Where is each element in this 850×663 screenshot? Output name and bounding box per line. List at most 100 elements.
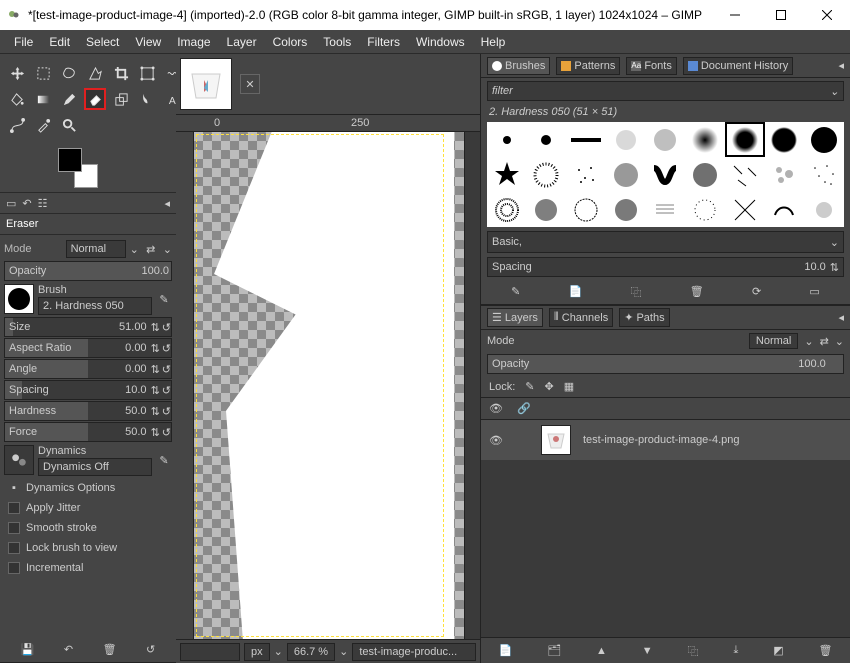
canvas[interactable]: [194, 132, 464, 639]
fuzzy-select-tool[interactable]: [84, 62, 106, 84]
smudge-tool[interactable]: [136, 88, 158, 110]
angle-reset-icon[interactable]: ↺: [162, 363, 171, 376]
lockview-checkbox[interactable]: [8, 542, 20, 554]
brush-name[interactable]: 2. Hardness 050: [38, 297, 152, 315]
lock-pixels-icon[interactable]: ✎: [525, 380, 534, 393]
pencil-tool[interactable]: [58, 88, 80, 110]
merge-down-icon[interactable]: ⤓: [733, 644, 738, 657]
delete-preset-icon[interactable]: 🗑: [103, 643, 117, 656]
tab-fonts[interactable]: AaFonts: [626, 57, 677, 75]
unit-chevron-icon[interactable]: ⌄: [274, 645, 283, 658]
menu-image[interactable]: Image: [169, 32, 218, 52]
dynamics-edit-icon[interactable]: ✎: [156, 452, 172, 468]
zoom-tool[interactable]: [58, 114, 80, 136]
tab-layers[interactable]: ☰Layers: [487, 308, 543, 327]
menu-layer[interactable]: Layer: [219, 32, 265, 52]
lock-position-icon[interactable]: ✥: [545, 380, 554, 393]
tab-menu-icon[interactable]: ◂: [164, 197, 170, 210]
minimize-button[interactable]: [712, 0, 758, 30]
hardness-reset-icon[interactable]: ↺: [162, 405, 171, 418]
aspect-slider[interactable]: Aspect Ratio0.00⇅↺: [4, 338, 172, 358]
aspect-reset-icon[interactable]: ↺: [162, 342, 171, 355]
dynamics-icon[interactable]: [4, 445, 34, 475]
mode-chevron-icon[interactable]: ⌄: [130, 243, 139, 256]
menu-edit[interactable]: Edit: [41, 32, 78, 52]
menu-select[interactable]: Select: [78, 32, 127, 52]
tab-channels[interactable]: ⦀Channels: [549, 308, 613, 327]
gradient-tool[interactable]: [32, 88, 54, 110]
ruler-horizontal[interactable]: 0 250: [176, 114, 480, 132]
brush-filter-input[interactable]: filter⌄: [487, 81, 844, 101]
layers-tab-menu-icon[interactable]: ◂: [838, 311, 844, 324]
lower-layer-icon[interactable]: ▼: [642, 645, 653, 657]
layer-visible-icon[interactable]: 👁: [489, 434, 503, 447]
close-image-icon[interactable]: ✕: [240, 74, 260, 94]
menu-colors[interactable]: Colors: [265, 32, 316, 52]
dynamics-options-expander[interactable]: ▪Dynamics Options: [4, 478, 172, 498]
open-as-image-icon[interactable]: ▭: [809, 285, 819, 298]
layer-opacity-slider[interactable]: Opacity 100.0⇅: [487, 354, 844, 374]
tab-brushes[interactable]: Brushes: [487, 57, 550, 75]
menu-filters[interactable]: Filters: [359, 32, 408, 52]
opacity-slider[interactable]: Opacity 100.0: [4, 261, 172, 281]
brush-spacing-slider[interactable]: Spacing10.0⇅: [487, 257, 844, 277]
spacing-reset-icon[interactable]: ↺: [162, 384, 171, 397]
lock-alpha-icon[interactable]: ▦: [564, 380, 574, 393]
path-tool[interactable]: [6, 114, 28, 136]
restore-preset-icon[interactable]: ↶: [64, 643, 73, 656]
brush-selected[interactable]: [725, 122, 765, 157]
refresh-brushes-icon[interactable]: ⟳: [752, 285, 761, 298]
crop-tool[interactable]: [110, 62, 132, 84]
brush-preview[interactable]: [4, 284, 34, 314]
menu-tools[interactable]: Tools: [315, 32, 359, 52]
rect-select-tool[interactable]: [32, 62, 54, 84]
tab-patterns[interactable]: Patterns: [556, 57, 620, 75]
device-status-tab-icon[interactable]: ↶: [22, 197, 31, 210]
mode-dropdown[interactable]: Normal: [66, 240, 126, 258]
edit-brush-icon[interactable]: ✎: [511, 285, 520, 298]
brush-edit-icon[interactable]: ✎: [156, 291, 172, 307]
close-button[interactable]: [804, 0, 850, 30]
duplicate-brush-icon[interactable]: ⿻: [631, 284, 642, 300]
dynamics-value[interactable]: Dynamics Off: [38, 458, 152, 476]
force-slider[interactable]: Force50.0⇅↺: [4, 422, 172, 442]
size-reset-icon[interactable]: ↺: [162, 321, 171, 334]
menu-file[interactable]: File: [6, 32, 41, 52]
brush-preset-dropdown[interactable]: Basic,⌄: [487, 231, 844, 253]
bucket-fill-tool[interactable]: [6, 88, 28, 110]
menu-help[interactable]: Help: [473, 32, 514, 52]
save-preset-icon[interactable]: 💾: [21, 643, 35, 656]
duplicate-layer-icon[interactable]: ⿻: [688, 643, 699, 659]
brush-grid[interactable]: [487, 122, 844, 227]
layer-mode-chevron-icon[interactable]: ⌄: [804, 335, 813, 348]
layer-mode-dropdown[interactable]: Normal: [749, 333, 798, 349]
free-select-tool[interactable]: [58, 62, 80, 84]
color-picker-tool[interactable]: [32, 114, 54, 136]
delete-layer-icon[interactable]: 🗑: [819, 644, 833, 657]
mode-chevron2-icon[interactable]: ⌄: [163, 243, 172, 256]
undo-history-tab-icon[interactable]: ☷: [38, 197, 48, 210]
new-brush-icon[interactable]: 📄: [569, 285, 583, 298]
tab-document-history[interactable]: Document History: [683, 57, 793, 75]
menu-windows[interactable]: Windows: [408, 32, 473, 52]
hardness-slider[interactable]: Hardness50.0⇅↺: [4, 401, 172, 421]
smooth-checkbox[interactable]: [8, 522, 20, 534]
image-thumbnail[interactable]: [180, 58, 232, 110]
right-tab-menu-icon[interactable]: ◂: [838, 59, 844, 72]
unit-dropdown[interactable]: px: [244, 643, 270, 661]
raise-layer-icon[interactable]: ▲: [596, 645, 607, 657]
angle-slider[interactable]: Angle0.00⇅↺: [4, 359, 172, 379]
delete-brush-icon[interactable]: 🗑: [690, 285, 704, 298]
eraser-tool[interactable]: [84, 88, 106, 110]
tool-options-tab-icon[interactable]: ▭: [6, 197, 16, 210]
mode-switch-icon[interactable]: ⇄: [143, 241, 159, 257]
transform-tool[interactable]: [136, 62, 158, 84]
layer-thumbnail[interactable]: [541, 425, 571, 455]
clone-tool[interactable]: [110, 88, 132, 110]
mask-icon[interactable]: ◩: [773, 644, 783, 657]
layer-mode-switch-icon[interactable]: ⇄: [820, 335, 829, 348]
scrollbar-vertical[interactable]: [464, 132, 480, 639]
fg-color-swatch[interactable]: [58, 148, 82, 172]
spacing-slider[interactable]: Spacing10.0⇅↺: [4, 380, 172, 400]
jitter-checkbox[interactable]: [8, 502, 20, 514]
